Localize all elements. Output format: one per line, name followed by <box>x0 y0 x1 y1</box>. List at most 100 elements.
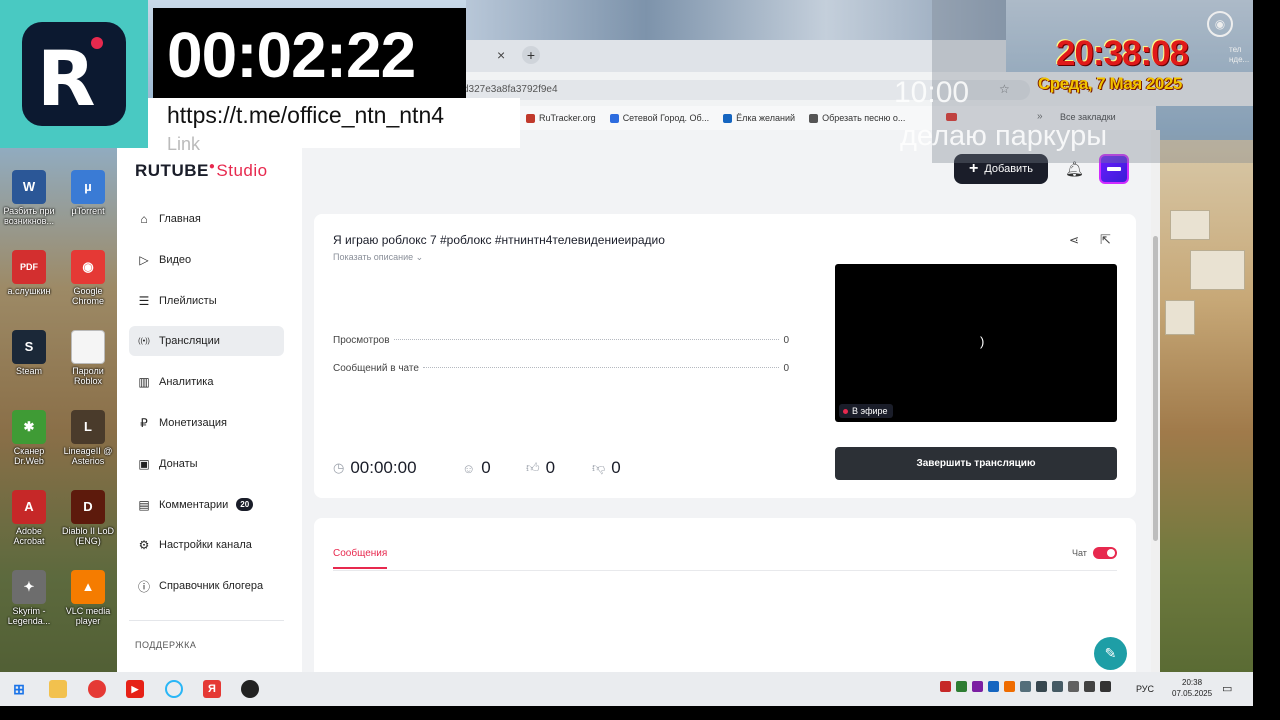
desktop-icon-label: Сканер Dr.Web <box>13 446 45 466</box>
end-stream-button[interactable]: Завершить трансляцию <box>835 447 1117 480</box>
desktop-icon[interactable]: ✱ Сканер Dr.Web <box>0 410 58 466</box>
analytics-icon: ▥ <box>138 375 150 390</box>
bookmark-item[interactable]: Сетевой Город. Об... <box>609 113 709 123</box>
home-icon: ⌂ <box>140 212 148 226</box>
drweb-icon: ✱ <box>12 410 46 444</box>
desktop-icon-label: LineageII @ Asterios <box>63 446 113 466</box>
chat-bubble-icon: ✎ <box>1104 645 1117 661</box>
sidebar-item-playlist[interactable]: ☰ Плейлисты <box>129 286 284 316</box>
video-icon: ▷ <box>139 252 149 267</box>
sidebar-item-comments[interactable]: ▤ Комментарии 20 <box>129 490 284 520</box>
sidebar: RUTUBE●Studio ⌂ Главная ▷ Видео ☰ Плейлисты ((… <box>117 130 302 672</box>
scrollbar-thumb[interactable] <box>1153 236 1158 541</box>
diablo-icon: D <box>71 490 105 524</box>
clock-icon: ◷ <box>333 460 345 475</box>
chat-toggle[interactable] <box>1093 547 1117 559</box>
desktop-icon[interactable]: ▲ VLC media player <box>59 570 117 626</box>
chat-card: Сообщения Чат <box>314 518 1136 672</box>
bookmark-item[interactable]: RuTracker.org <box>526 113 596 123</box>
lineage-icon: L <box>71 410 105 444</box>
taskbar-clock[interactable]: 20:38 07.05.2025 <box>1172 677 1212 699</box>
tray-app-icon[interactable] <box>972 681 983 692</box>
desktop-icon[interactable]: W Разбить при возникнов... <box>0 170 58 226</box>
rutube-studio-page: RUTUBE●Studio ⌂ Главная ▷ Видео ☰ Плейлисты ((… <box>117 130 1160 672</box>
sidebar-item-label: Трансляции <box>159 335 220 348</box>
notification-center-icon[interactable]: ▭ <box>1222 682 1232 695</box>
tray-app-icon[interactable] <box>1084 681 1095 692</box>
sidebar-item-video[interactable]: ▷ Видео <box>129 245 284 275</box>
tray-app-icon[interactable] <box>956 681 967 692</box>
tab-messages[interactable]: Сообщения <box>333 548 387 569</box>
rutube-logo-tile: R <box>22 22 126 126</box>
sidebar-item-info[interactable]: ⓘ Справочник блогера <box>129 571 284 601</box>
bookmark-label: Ёлка желаний <box>736 113 796 123</box>
chat-tab-divider <box>333 570 1117 571</box>
dotted-leader <box>393 339 780 340</box>
desktop-icon-label: а.слушкин <box>7 286 51 296</box>
new-tab-button[interactable]: + <box>522 46 540 64</box>
desktop-icon[interactable]: µ µTorrent <box>59 170 117 216</box>
desktop-icon[interactable]: D Diablo II LoD (ENG) <box>59 490 117 546</box>
desktop-icon[interactable]: PDF а.слушкин <box>0 250 58 296</box>
desktop-icon[interactable]: A Adobe Acrobat <box>0 490 58 546</box>
settings-icon: ⚙ <box>138 538 150 553</box>
sidebar-item-analytics[interactable]: ▥ Аналитика <box>129 367 284 397</box>
stream-timer: 00:02:22 <box>167 19 416 91</box>
sidebar-divider <box>129 620 284 621</box>
thumbs-up-icon: 👍︎ <box>526 460 540 475</box>
bookmark-label: Обрезать песню о... <box>822 113 906 123</box>
tray-app-icon[interactable] <box>1036 681 1047 692</box>
views-value: 0 <box>783 335 789 346</box>
desktop-icon-label: µTorrent <box>71 206 105 216</box>
views-label: Просмотров <box>333 335 390 346</box>
language-indicator[interactable]: РУС <box>1136 684 1154 694</box>
chrome-taskbar-icon[interactable] <box>88 680 106 698</box>
desktop-icon[interactable]: L LineageII @ Asterios <box>59 410 117 466</box>
tray-app-icon[interactable] <box>1004 681 1015 692</box>
yandex-taskbar-icon[interactable]: Я <box>203 680 221 698</box>
start-button[interactable]: ⊞ <box>10 680 28 698</box>
obs-taskbar-icon[interactable] <box>241 680 259 698</box>
taskbar-time: 20:38 <box>1182 678 1203 687</box>
show-description-link[interactable]: Показать описание ⌄ <box>333 252 423 263</box>
rutube-logo-dot <box>91 37 103 49</box>
help-chat-button[interactable]: ✎ <box>1094 637 1127 670</box>
chat-messages-row: Сообщений в чате 0 <box>333 363 789 374</box>
desktop-icon[interactable]: S Steam <box>0 330 58 376</box>
right-letterbox <box>1253 0 1280 720</box>
tray-app-icon[interactable] <box>940 681 951 692</box>
dislikes-value: 0 <box>611 458 621 477</box>
sidebar-item-broadcast[interactable]: ((•)) Трансляции <box>129 326 284 357</box>
bookmark-item[interactable]: Ёлка желаний <box>723 113 795 123</box>
open-external-icon[interactable]: ⇱ <box>1100 232 1111 248</box>
info-icon: ⓘ <box>137 579 150 594</box>
tray-app-icon[interactable] <box>988 681 999 692</box>
sidebar-item-settings[interactable]: ⚙ Настройки канала <box>129 530 284 560</box>
pdf-icon: PDF <box>12 250 46 284</box>
share-icon[interactable]: ⋖ <box>1069 233 1079 247</box>
sidebar-item-donations[interactable]: ▣ Донаты <box>129 449 284 479</box>
countdown-overlay: 10:00 <box>894 76 970 109</box>
browser-taskbar-icon[interactable] <box>165 680 183 698</box>
duration-metric: ◷ 00:00:00 <box>333 458 417 478</box>
sidebar-item-monetization[interactable]: ₽ Монетизация <box>129 408 284 438</box>
youtube-taskbar-icon[interactable]: ▶ <box>126 680 144 698</box>
desktop-icon[interactable]: ✦ Skyrim - Legenda... <box>0 570 58 626</box>
tray-app-icon[interactable] <box>1052 681 1063 692</box>
tray-app-icon[interactable] <box>1068 681 1079 692</box>
sidebar-item-home[interactable]: ⌂ Главная <box>129 204 284 234</box>
desktop-icon[interactable]: Пароли Roblox <box>59 330 117 386</box>
bookmark-favicon-icon <box>723 113 733 123</box>
bookmark-item[interactable]: Обрезать песню о... <box>809 113 905 123</box>
tab-close-icon[interactable]: × <box>497 47 505 63</box>
tray-app-icon[interactable] <box>1020 681 1031 692</box>
file-explorer-icon[interactable] <box>49 680 67 698</box>
likes-value: 0 <box>545 458 556 477</box>
tray-app-icon[interactable] <box>1100 681 1111 692</box>
rutube-studio-logo[interactable]: RUTUBE●Studio <box>135 161 268 181</box>
system-tray <box>940 681 1111 692</box>
stream-preview-player[interactable]: ) В эфире <box>835 264 1117 422</box>
desktop-icon[interactable]: ◉ Google Chrome <box>59 250 117 306</box>
sidebar-item-label: Аналитика <box>159 376 214 389</box>
sidebar-item-label: Главная <box>159 213 201 225</box>
